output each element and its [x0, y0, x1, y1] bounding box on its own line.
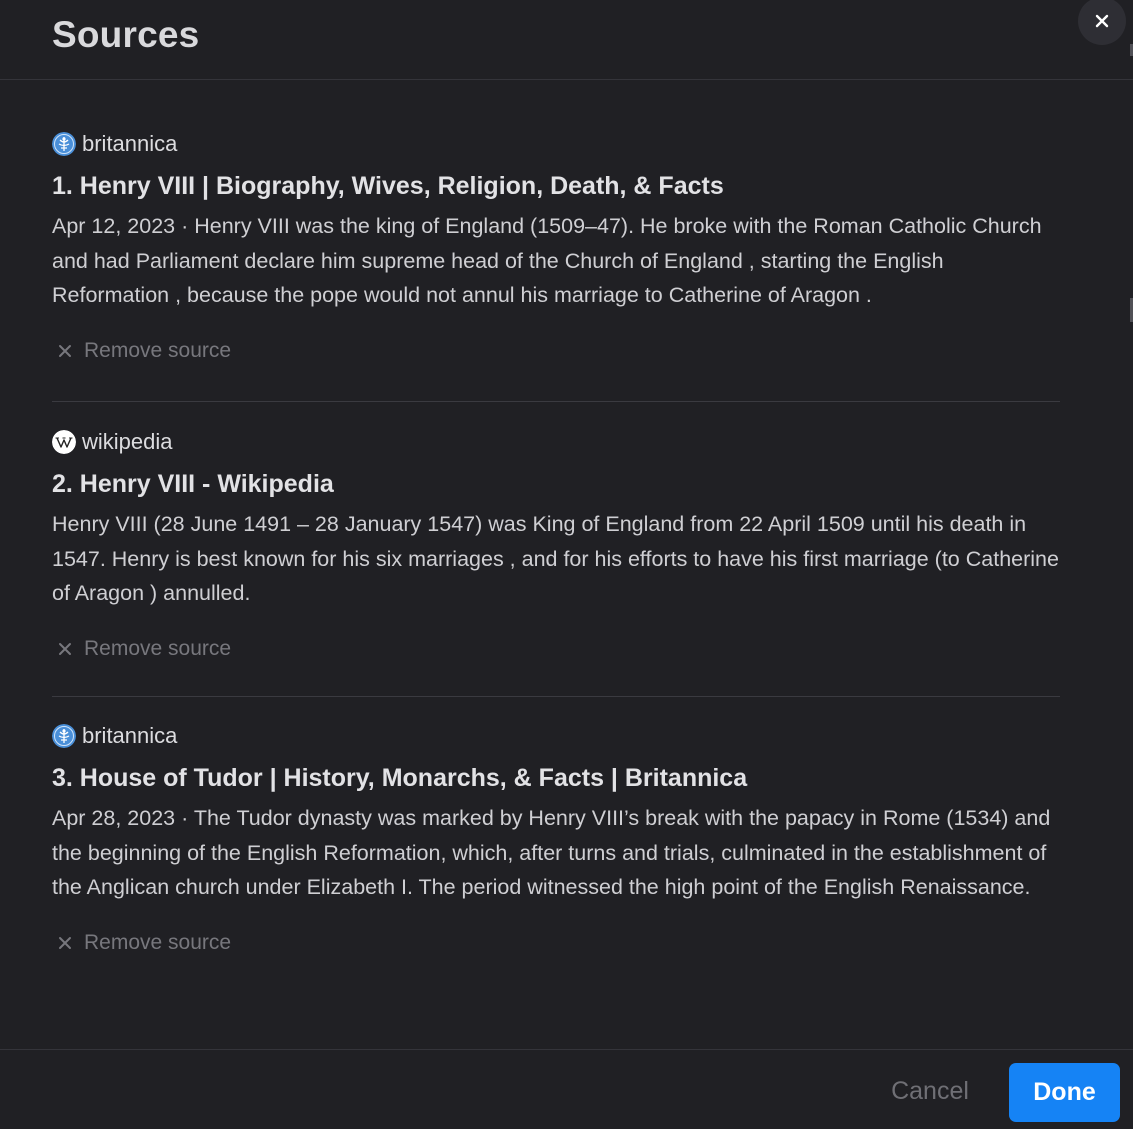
- source-domain: britannica: [82, 723, 178, 748]
- sources-modal: Sources britannica 1. Henry VIII | Biogr…: [0, 0, 1133, 1129]
- source-snippet: Apr 12, 2023 · Henry VIII was the king o…: [52, 214, 1042, 307]
- sources-list: britannica 1. Henry VIII | Biography, Wi…: [52, 104, 1060, 1016]
- source-domain: wikipedia: [82, 429, 173, 454]
- remove-source-label: Remove source: [84, 930, 232, 954]
- britannica-icon: [52, 724, 76, 748]
- remove-icon: [59, 642, 71, 655]
- britannica-icon: [52, 132, 76, 156]
- remove-icon: [59, 344, 71, 357]
- source-domain-row: britannica: [52, 721, 1060, 751]
- source-title[interactable]: 1. Henry VIII | Biography, Wives, Religi…: [52, 170, 1060, 202]
- remove-icon: [59, 936, 71, 949]
- remove-source-label: Remove source: [84, 338, 232, 362]
- source-domain: britannica: [82, 131, 178, 156]
- close-button[interactable]: [1078, 0, 1126, 45]
- remove-source-button[interactable]: Remove source: [56, 634, 256, 664]
- source-item: britannica 3. House of Tudor | History, …: [52, 696, 1060, 1016]
- remove-source-button[interactable]: Remove source: [56, 336, 256, 366]
- source-snippet: Apr 28, 2023 · The Tudor dynasty was mar…: [52, 806, 1051, 899]
- modal-title: Sources: [52, 14, 200, 55]
- modal-footer: Cancel Done: [0, 1049, 1133, 1129]
- source-item: britannica 1. Henry VIII | Biography, Wi…: [52, 104, 1060, 401]
- wikipedia-icon: [52, 430, 76, 454]
- source-title[interactable]: 3. House of Tudor | History, Monarchs, &…: [52, 762, 1060, 794]
- source-item: wikipedia 2. Henry VIII - Wikipedia Henr…: [52, 401, 1060, 696]
- source-title[interactable]: 2. Henry VIII - Wikipedia: [52, 468, 1060, 500]
- remove-source-button[interactable]: Remove source: [56, 928, 256, 958]
- remove-source-label: Remove source: [84, 636, 232, 660]
- close-icon: [1095, 14, 1109, 28]
- source-domain-row: britannica: [52, 129, 1060, 159]
- cancel-button[interactable]: Cancel: [878, 1072, 982, 1110]
- source-snippet: Henry VIII (28 June 1491 – 28 January 15…: [52, 512, 1059, 605]
- done-button[interactable]: Done: [1009, 1063, 1120, 1122]
- modal-header: Sources: [0, 0, 1133, 80]
- source-domain-row: wikipedia: [52, 427, 1060, 457]
